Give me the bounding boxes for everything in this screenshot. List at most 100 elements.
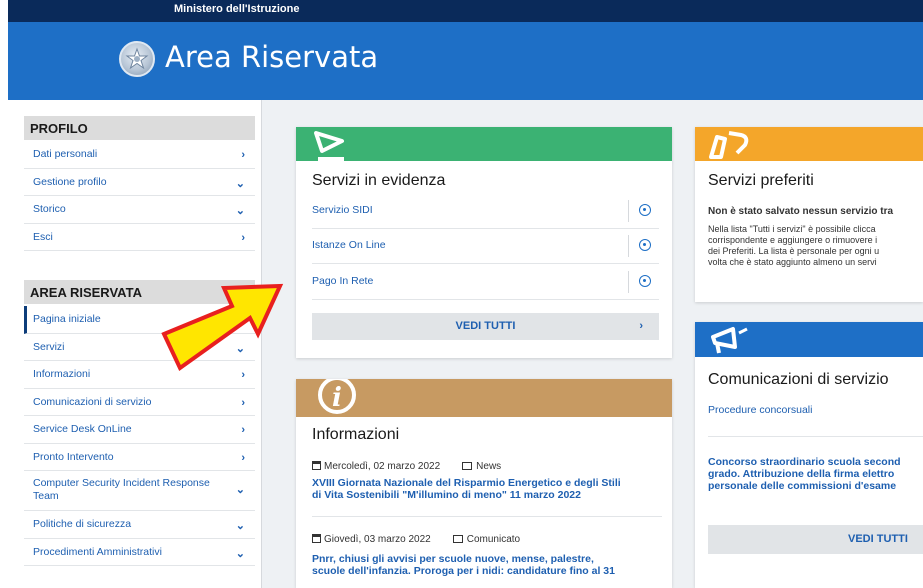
sidebar-item-dati-personali[interactable]: Dati personali › [24, 141, 255, 169]
calendar-icon [312, 534, 321, 543]
category-icon [452, 535, 463, 543]
info-date: Mercoledì, 02 marzo 2022 [324, 461, 441, 472]
info-meta: Giovedì, 03 marzo 2022 Comunicato [312, 534, 520, 545]
sidebar-item-label: Pagina iniziale [33, 313, 101, 325]
link-line: personale delle commissioni d'esame [708, 480, 897, 492]
sidebar-item-storico[interactable]: Storico ⌄ [24, 196, 255, 224]
category-icon [462, 462, 473, 470]
info-circle-icon: i [318, 379, 356, 414]
sidebar-item-label: Storico [33, 203, 66, 215]
info-icon[interactable] [639, 204, 651, 216]
divider [628, 200, 629, 222]
service-link-pago-in-rete[interactable]: Pago In Rete [312, 275, 373, 287]
svg-text:i: i [332, 383, 342, 413]
headline-line: di Vita Sostenibili "M'illumino di meno"… [312, 489, 581, 501]
divider [312, 516, 662, 517]
thumbs-up-icon [709, 131, 749, 159]
sidebar-profilo-list: Dati personali › Gestione profilo ⌄ Stor… [24, 141, 255, 251]
service-row: Istanze On Line [312, 229, 659, 264]
sidebar-item-label: Dati personali [33, 148, 98, 160]
card-title: Servizi in evidenza [312, 172, 446, 189]
favorites-help-line: corrispondente e aggiungere o rimuovere … [708, 235, 878, 245]
pin-icon [314, 131, 344, 161]
sidebar-item-label: Procedimenti Amministrativi [33, 545, 162, 558]
headline-line: XVIII Giornata Nazionale del Risparmio E… [312, 477, 621, 489]
card-title: Informazioni [312, 426, 400, 443]
calendar-icon [312, 461, 321, 470]
page-title[interactable]: Area Riservata [165, 40, 378, 74]
card-band-orange [695, 127, 923, 161]
service-link-sidi[interactable]: Servizio SIDI [312, 204, 373, 216]
button-label: VEDI TUTTI [848, 533, 908, 545]
communication-link-concorso[interactable]: Concorso straordinario scuola second gra… [708, 456, 901, 492]
card-band-green [296, 127, 672, 161]
card-servizi-preferiti: Servizi preferiti Non è stato salvato ne… [695, 127, 923, 302]
megaphone-icon [711, 327, 748, 354]
card-comunicazioni: Comunicazioni di servizio Procedure conc… [695, 322, 923, 588]
info-category: News [476, 461, 502, 472]
card-title: Servizi preferiti [708, 172, 814, 189]
news-link[interactable]: Pnrr, chiusi gli avvisi per scuole nuove… [312, 553, 662, 577]
empty-favorites-message: Non è stato salvato nessun servizio tra [708, 206, 894, 217]
sidebar-item-pronto-intervento[interactable]: Pronto Intervento › [24, 444, 255, 471]
chevron-right-icon: › [241, 424, 245, 436]
sidebar-item-label: Esci [33, 230, 53, 243]
sidebar-item-politiche-sicurezza[interactable]: Politiche di sicurezza ⌄ [24, 511, 255, 539]
ministry-bar-background: Ministero dell'Istruzione [8, 0, 923, 22]
headline-line: Pnrr, chiusi gli avvisi per scuole nuove… [312, 553, 594, 565]
divider [628, 271, 629, 293]
chevron-down-icon: ⌄ [235, 484, 245, 496]
link-line: Concorso straordinario scuola second [708, 456, 901, 468]
info-icon[interactable] [639, 275, 651, 287]
sidebar-item-gestione-profilo[interactable]: Gestione profilo ⌄ [24, 169, 255, 196]
info-icon[interactable] [639, 239, 651, 251]
headline-line: scuole dell'infanzia. Proroga per i nidi… [312, 565, 615, 577]
sidebar-profilo-title: PROFILO [24, 116, 255, 140]
sidebar-item-label: Service Desk OnLine [33, 423, 132, 435]
chevron-down-icon: ⌄ [235, 205, 245, 217]
sidebar-item-esci[interactable]: Esci › [24, 224, 255, 251]
info-meta: Mercoledì, 02 marzo 2022 News [312, 461, 501, 472]
sidebar-item-csirt[interactable]: Computer Security Incident Response Team… [24, 471, 255, 511]
communication-link-procedure[interactable]: Procedure concorsuali [708, 404, 812, 416]
ministry-name[interactable]: Ministero dell'Istruzione [174, 3, 299, 15]
link-line: grado. Attribuzione della firma elettro [708, 468, 895, 480]
favorites-help-line: volta che è stato aggiunto almeno un ser… [708, 257, 877, 267]
card-informazioni: i Informazioni Mercoledì, 02 marzo 2022 N… [296, 379, 672, 588]
chevron-right-icon: › [241, 149, 245, 161]
sidebar-item-service-desk[interactable]: Service Desk OnLine › [24, 416, 255, 444]
card-band-tan: i [296, 379, 672, 417]
service-row: Pago In Rete [312, 265, 659, 300]
card-servizi-evidenza: Servizi in evidenza Servizio SIDI Istanz… [296, 127, 672, 358]
button-label: VEDI TUTTI [455, 320, 516, 332]
chevron-right-icon: › [639, 320, 643, 332]
favorites-help-line: dei Preferiti. La lista è personale per … [708, 246, 880, 256]
chevron-right-icon: › [241, 231, 245, 244]
sidebar-item-label: Computer Security Incident Response Team [33, 477, 210, 502]
divider [628, 235, 629, 257]
sidebar-item-label: Comunicazioni di servizio [33, 395, 152, 408]
sidebar-item-label: Politiche di sicurezza [33, 518, 132, 530]
card-title: Comunicazioni di servizio [708, 371, 889, 388]
republic-emblem-icon[interactable] [119, 41, 155, 77]
favorites-help-line: Nella lista "Tutti i servizi" è possibil… [708, 224, 876, 234]
site-header: Area Riservata [8, 22, 923, 100]
chevron-down-icon: ⌄ [235, 177, 245, 190]
sidebar-item-label: Gestione profilo [33, 175, 107, 188]
sidebar-item-label: Informazioni [33, 368, 91, 380]
vedi-tutti-button[interactable]: VEDI TUTTI [708, 525, 923, 554]
service-link-istanze-online[interactable]: Istanze On Line [312, 239, 386, 251]
sidebar-item-label: Pronto Intervento [33, 450, 114, 463]
vedi-tutti-button[interactable]: VEDI TUTTI › [312, 313, 659, 340]
service-row: Servizio SIDI [312, 194, 659, 229]
sidebar-item-procedimenti-amministrativi[interactable]: Procedimenti Amministrativi ⌄ [24, 539, 255, 566]
sidebar-item-label: Servizi [33, 340, 65, 353]
news-link[interactable]: XVIII Giornata Nazionale del Risparmio E… [312, 477, 662, 501]
chevron-right-icon: › [241, 451, 245, 464]
chevron-right-icon: › [241, 396, 245, 409]
chevron-down-icon: ⌄ [235, 520, 245, 532]
divider [708, 436, 923, 437]
sidebar-item-comunicazioni[interactable]: Comunicazioni di servizio › [24, 389, 255, 416]
card-band-blue [695, 322, 923, 357]
chevron-down-icon: ⌄ [235, 547, 245, 560]
